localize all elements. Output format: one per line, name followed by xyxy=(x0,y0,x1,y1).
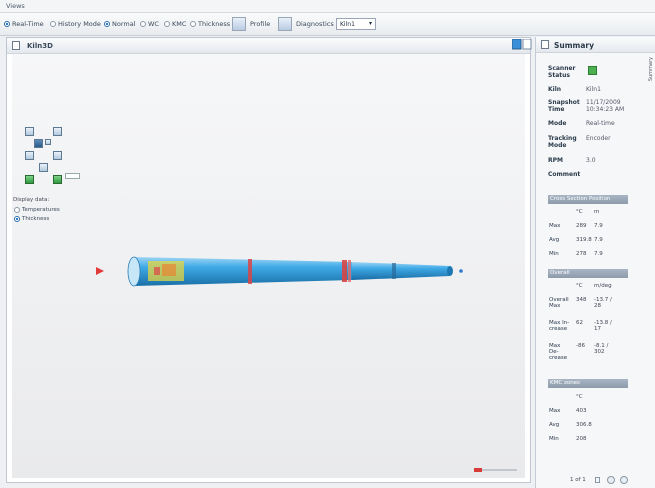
tire-band-2 xyxy=(342,260,347,282)
panel-title: Kiln3D xyxy=(27,42,53,50)
mode-history[interactable]: History Mode xyxy=(50,20,101,28)
radio-icon[interactable] xyxy=(50,21,56,27)
radio-icon[interactable] xyxy=(190,21,196,27)
menu-views[interactable]: Views xyxy=(6,2,25,10)
overall-max-pos: -13.7 / 28 xyxy=(594,297,612,309)
kiln-3d-model xyxy=(96,256,517,472)
toolbar: Real-Time History Mode Normal WC KMC Thi… xyxy=(0,13,655,36)
summary-header: Summary xyxy=(536,37,655,53)
radio-icon[interactable] xyxy=(104,21,110,27)
document-icon xyxy=(12,41,20,50)
menu-bar: Views xyxy=(0,0,655,13)
profile-icon[interactable] xyxy=(232,17,246,31)
cs-min-label: Min xyxy=(549,251,559,257)
max-decrease-pos: -8.1 / 302 xyxy=(594,343,609,355)
profile-button[interactable]: Profile xyxy=(250,20,270,28)
radio-icon[interactable] xyxy=(4,21,10,27)
chevron-down-icon: ▾ xyxy=(368,20,372,27)
display-kmc[interactable]: KMC xyxy=(164,20,186,28)
scale-bar-marker xyxy=(474,468,482,472)
cs-avg-temp: 319.8 xyxy=(576,237,592,243)
max-increase-temp: 62 xyxy=(576,320,583,326)
summary-side-tab[interactable]: Summary xyxy=(648,57,654,81)
tire-band-1 xyxy=(248,259,252,284)
overall-max-label: Overall Max xyxy=(549,297,569,309)
kmc-avg-temp: 306.8 xyxy=(576,422,592,428)
tire-band-3 xyxy=(348,260,351,282)
3d-viewport[interactable]: Display data: Temperatures Thickness xyxy=(12,54,525,478)
unit-celsius: °C xyxy=(576,209,583,215)
cs-min-pos: 7.9 xyxy=(594,251,603,257)
summary-panel: Summary Summary Scanner Status Kiln Kiln1… xyxy=(535,37,655,488)
kmc-max-temp: 403 xyxy=(576,408,587,414)
cross-section-header: Cross Section Position xyxy=(548,195,628,204)
unit-m-deg: m/deg xyxy=(594,283,612,289)
panel-layout-icons[interactable] xyxy=(512,39,532,50)
kiln-outlet-end xyxy=(447,266,453,276)
panel-header: Kiln3D xyxy=(7,38,530,54)
unit-celsius: °C xyxy=(576,283,583,289)
overall-max-temp: 348 xyxy=(576,297,587,303)
unit-celsius: °C xyxy=(576,394,583,400)
hot-spot-red xyxy=(154,267,160,275)
radio-icon[interactable] xyxy=(164,21,170,27)
cs-max-label: Max xyxy=(549,223,561,229)
kiln-inlet-end xyxy=(127,256,141,287)
page-indicator: 1 of 1 xyxy=(570,477,586,483)
display-thickness[interactable]: Thickness xyxy=(190,20,230,28)
unit-m: m xyxy=(594,209,600,215)
radio-icon[interactable] xyxy=(140,21,146,27)
max-increase-pos: -13.8 / 17 xyxy=(594,320,612,332)
max-decrease-label: Max De-crease xyxy=(549,343,568,361)
kiln-select[interactable]: Kiln1 ▾ xyxy=(336,18,376,30)
max-decrease-temp: -86 xyxy=(576,343,585,349)
cs-avg-pos: 7.9 xyxy=(594,237,603,243)
mode-realtime[interactable]: Real-Time xyxy=(4,20,44,28)
diagnostics-button[interactable]: Diagnostics xyxy=(296,20,334,28)
display-wc[interactable]: WC xyxy=(140,20,159,28)
summary-title: Summary xyxy=(554,41,595,50)
kmc-max-label: Max xyxy=(549,408,561,414)
diagnostics-icon[interactable] xyxy=(278,17,292,31)
cs-min-temp: 278 xyxy=(576,251,587,257)
tire-band-4 xyxy=(392,263,396,279)
max-increase-label: Max In-crease xyxy=(549,320,570,332)
end-marker-icon xyxy=(459,269,463,273)
cs-avg-label: Avg xyxy=(549,237,560,243)
page-first-icon[interactable] xyxy=(595,477,600,483)
hot-zone-orange xyxy=(162,264,176,276)
kmc-min-temp: 208 xyxy=(576,436,587,442)
overall-header: Overall xyxy=(548,269,628,278)
kiln3d-panel: Kiln3D Display data: Temperatures Thickn… xyxy=(6,37,531,483)
zoom-out-icon[interactable] xyxy=(607,476,615,484)
cs-max-temp: 289 xyxy=(576,223,587,229)
start-marker-icon xyxy=(96,267,104,275)
kiln-body-tail xyxy=(352,262,450,280)
kmc-min-label: Min xyxy=(549,436,559,442)
kmc-avg-label: Avg xyxy=(549,422,560,428)
display-normal[interactable]: Normal xyxy=(104,20,136,28)
cs-max-pos: 7.9 xyxy=(594,223,603,229)
kmc-zones-header: KMC zones xyxy=(548,379,628,388)
status-ok-icon xyxy=(588,66,597,75)
zoom-in-icon[interactable] xyxy=(620,476,628,484)
document-icon xyxy=(541,40,549,49)
